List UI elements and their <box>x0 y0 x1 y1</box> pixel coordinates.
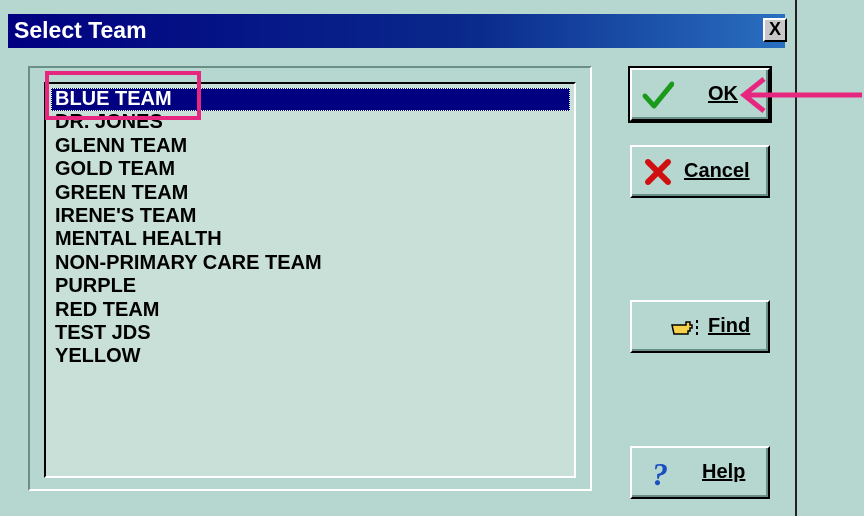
red-x-icon <box>645 159 671 185</box>
annotation-highlight-box <box>45 71 201 120</box>
team-list-item[interactable]: MENTAL HEALTH <box>51 228 570 251</box>
ok-button-label: OK <box>708 83 738 105</box>
close-button[interactable]: X <box>763 18 787 42</box>
find-button[interactable]: Find <box>630 300 770 353</box>
team-list-item[interactable]: GLENN TEAM <box>51 135 570 158</box>
find-button-label: Find <box>708 315 751 337</box>
team-list-item[interactable]: YELLOW <box>51 345 570 368</box>
team-list-item[interactable]: IRENE'S TEAM <box>51 205 570 228</box>
help-button[interactable]: ? Help <box>630 446 770 499</box>
cancel-button-label: Cancel <box>684 160 750 182</box>
team-list-item[interactable]: TEST JDS <box>51 322 570 345</box>
team-list-item[interactable]: NON-PRIMARY CARE TEAM <box>51 252 570 275</box>
annotation-arrow-icon <box>740 77 862 113</box>
team-list: BLUE TEAM DR. JONES GLENN TEAM GOLD TEAM GRE… <box>46 84 574 369</box>
title-bar[interactable]: Select Team X <box>8 14 787 48</box>
pointing-hand-icon <box>671 320 698 335</box>
team-list-item[interactable]: GOLD TEAM <box>51 158 570 181</box>
close-icon: X <box>768 19 781 39</box>
cancel-button[interactable]: Cancel <box>630 145 770 198</box>
help-button-label: Help <box>702 461 746 483</box>
team-list-item[interactable]: RED TEAM <box>51 299 570 322</box>
question-mark-icon: ? <box>652 457 668 489</box>
team-listbox[interactable]: BLUE TEAM DR. JONES GLENN TEAM GOLD TEAM GRE… <box>44 82 576 478</box>
team-list-item[interactable]: GREEN TEAM <box>51 182 570 205</box>
team-list-item[interactable]: PURPLE <box>51 275 570 298</box>
dialog-title: Select Team <box>14 17 147 43</box>
svg-text:?: ? <box>652 457 668 489</box>
checkmark-icon <box>642 81 674 109</box>
